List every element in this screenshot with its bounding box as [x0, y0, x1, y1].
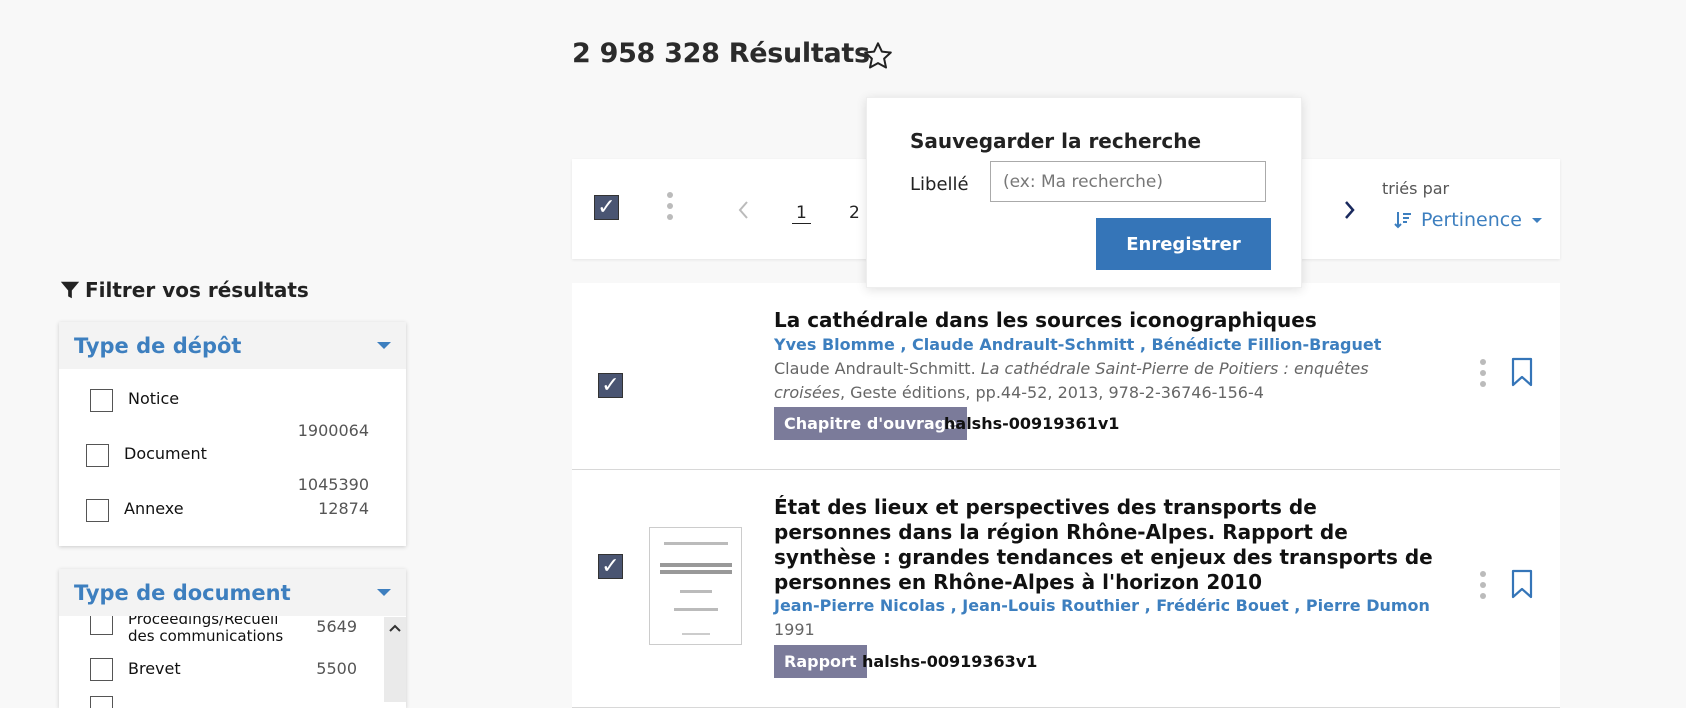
- result-year: 1991: [774, 620, 815, 639]
- filter-heading-label: Filtrer vos résultats: [85, 278, 309, 302]
- option-label: Annexe: [124, 499, 184, 518]
- chevron-left-icon[interactable]: [737, 200, 751, 220]
- results-count-title: 2 958 328 Résultats: [572, 38, 870, 69]
- filter-icon: [60, 281, 80, 299]
- doc-type-badge: Chapitre d'ouvrage: [774, 407, 967, 440]
- option-count: 5500: [316, 659, 357, 678]
- save-search-popover: Sauvegarder la recherche Libellé Enregis…: [866, 97, 1302, 288]
- option-label: Brevet: [128, 659, 181, 678]
- result-title[interactable]: État des lieux et perspectives des trans…: [774, 495, 1434, 595]
- caret-down-icon[interactable]: [377, 589, 391, 596]
- kebab-menu-icon[interactable]: [667, 192, 675, 220]
- option-count: 1045390: [297, 475, 369, 494]
- chevron-up-icon[interactable]: [389, 623, 401, 633]
- facet-type-depot: Type de dépôt Notice 1900064 Document 10…: [59, 322, 406, 546]
- star-icon[interactable]: [862, 40, 894, 72]
- option-count: 5649: [316, 617, 357, 636]
- facet-title: Type de dépôt: [74, 333, 242, 358]
- page-link-2[interactable]: 2: [849, 203, 860, 223]
- hal-id: halshs-00919361v1: [944, 414, 1120, 433]
- search-label-caption: Libellé: [910, 174, 969, 195]
- sort-value: Pertinence: [1421, 209, 1522, 231]
- doc-type-badge: Rapport: [774, 645, 867, 678]
- option-count: 1900064: [297, 421, 369, 440]
- sort-icon: [1394, 212, 1411, 229]
- sorted-by-label: triés par: [1382, 179, 1450, 198]
- option-label: Document: [124, 444, 207, 463]
- caret-down-icon[interactable]: [377, 342, 391, 349]
- checkbox-annexe[interactable]: [86, 499, 109, 522]
- kebab-menu-icon[interactable]: [1480, 571, 1488, 599]
- result-title[interactable]: La cathédrale dans les sources iconograp…: [774, 308, 1317, 333]
- result-item: ✓ État des lieux et perspectives des tra…: [572, 470, 1560, 708]
- page-link-1[interactable]: 1: [792, 203, 811, 224]
- chevron-right-icon[interactable]: [1342, 200, 1356, 220]
- hal-id: halshs-00919363v1: [862, 652, 1038, 671]
- save-search-button[interactable]: Enregistrer: [1096, 218, 1271, 270]
- facet-scrollbar[interactable]: [384, 617, 406, 702]
- option-label: Notice: [128, 389, 180, 408]
- checkbox-next[interactable]: [90, 696, 113, 708]
- facet-header[interactable]: Type de dépôt: [59, 322, 406, 369]
- facet-type-document: Type de document Proceedings/Recueil des…: [59, 569, 406, 708]
- checkbox-brevet[interactable]: [90, 658, 113, 681]
- result-item: ✓ La cathédrale dans les sources iconogr…: [572, 283, 1560, 470]
- ref-details: , Geste éditions, pp.44-52, 2013, 978-2-…: [839, 383, 1264, 402]
- search-name-input[interactable]: [990, 161, 1266, 202]
- facet-header[interactable]: Type de document: [59, 569, 406, 616]
- checkbox-notice[interactable]: [90, 389, 113, 412]
- bookmark-icon[interactable]: [1511, 569, 1533, 599]
- result-authors[interactable]: Jean-Pierre Nicolas , Jean-Louis Routhie…: [774, 596, 1430, 615]
- checkbox-document[interactable]: [86, 444, 109, 467]
- result-checkbox[interactable]: ✓: [598, 554, 623, 579]
- filter-heading: Filtrer vos résultats: [59, 278, 309, 302]
- result-checkbox[interactable]: ✓: [598, 373, 623, 398]
- caret-down-icon: [1531, 217, 1542, 223]
- popover-title: Sauvegarder la recherche: [910, 129, 1202, 153]
- bookmark-icon[interactable]: [1511, 357, 1533, 387]
- sort-dropdown[interactable]: Pertinence: [1393, 209, 1542, 231]
- facet-options-list[interactable]: Proceedings/Recueil des communications 5…: [59, 616, 384, 708]
- option-label: Proceedings/Recueil des communications: [128, 616, 284, 645]
- facet-title: Type de document: [74, 580, 291, 605]
- option-count: 12874: [318, 499, 369, 518]
- document-thumbnail[interactable]: [649, 527, 742, 645]
- kebab-menu-icon[interactable]: [1480, 359, 1488, 387]
- result-authors[interactable]: Yves Blomme , Claude Andrault-Schmitt , …: [774, 335, 1381, 354]
- result-reference: Claude Andrault-Schmitt. La cathédrale S…: [774, 357, 1406, 405]
- select-all-checkbox[interactable]: ✓: [594, 195, 619, 220]
- ref-authors: Claude Andrault-Schmitt.: [774, 359, 981, 378]
- checkbox-proceedings[interactable]: [90, 616, 113, 635]
